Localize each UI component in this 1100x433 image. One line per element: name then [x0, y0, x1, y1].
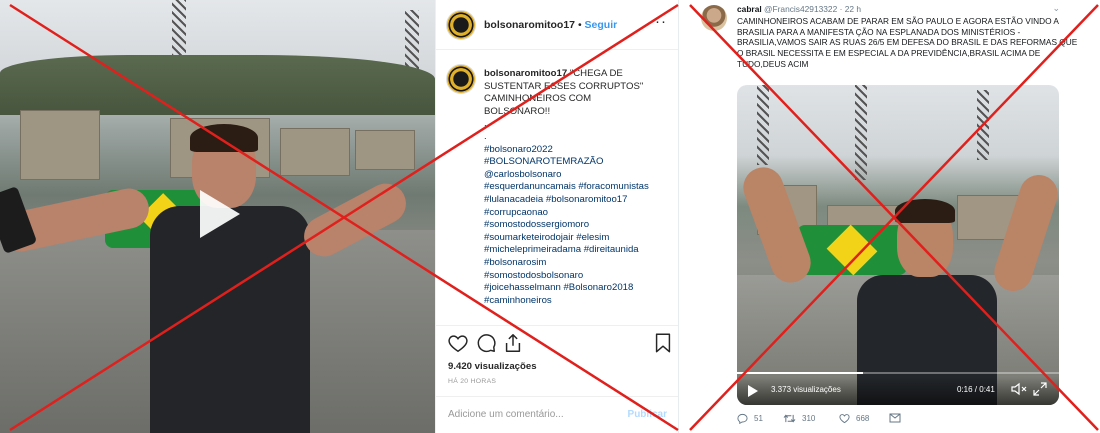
bookmark-icon[interactable] [652, 332, 674, 354]
hashtag-link[interactable]: #joicehasselmann #Bolsonaro2018 [484, 282, 672, 295]
instagram-post-panel: bolsonaromitoo17 • Seguir ··· bolsonarom… [0, 0, 678, 433]
username-link[interactable]: bolsonaromitoo17 [484, 19, 575, 31]
tweet-panel: cabral @Francis42913322 · 22 h ⌄ CAMINHO… [678, 0, 1100, 433]
hashtag-link[interactable]: @carlosbolsonaro [484, 169, 672, 182]
hashtag-link[interactable]: #micheleprimeiradama #direitaunida [484, 244, 672, 257]
play-icon[interactable] [194, 190, 244, 240]
chevron-down-icon[interactable]: ⌄ [1052, 3, 1060, 14]
play-icon[interactable] [748, 385, 758, 397]
like-button[interactable]: 668 [839, 413, 869, 424]
caption-body: bolsonaromitoo17 "CHEGA DE SUSTENTAR ESS… [484, 68, 672, 307]
hashtag-link[interactable]: #BOLSONAROTEMRAZÃO [484, 156, 672, 169]
retweet-icon [783, 414, 796, 423]
hashtag-list: #bolsonaro2022 #BOLSONAROTEMRAZÃO @carlo… [484, 144, 672, 308]
comment-bar: Publicar [436, 396, 678, 433]
caption-line: bolsonaromitoo17 "CHEGA DE [484, 68, 623, 79]
tweet-video[interactable]: 3.373 visualizações 0:16 / 0:41 [737, 85, 1059, 405]
hashtag-link[interactable]: #bolsonaro2022 [484, 144, 672, 157]
video-person [130, 124, 330, 433]
caption-author[interactable]: bolsonaromitoo17 [484, 68, 567, 79]
avatar[interactable] [447, 65, 475, 93]
share-icon[interactable] [502, 332, 524, 354]
caption-line: SUSTENTAR ESSES CORRUPTOS" [484, 80, 644, 92]
comment-input[interactable] [448, 409, 618, 420]
view-count: 9.420 visualizações [448, 361, 537, 372]
truck [355, 130, 415, 170]
video-duration: 0:16 / 0:41 [957, 385, 995, 394]
envelope-icon [889, 413, 901, 423]
like-count: 668 [856, 414, 870, 423]
separator: • [577, 19, 582, 31]
retweet-button[interactable]: 310 [783, 413, 815, 424]
avatar[interactable] [701, 5, 727, 31]
post-header: bolsonaromitoo17 • Seguir ··· [436, 0, 678, 50]
hashtag-link[interactable]: #soumarketeirodojair #elesim [484, 232, 672, 245]
direct-message-button[interactable] [889, 413, 901, 423]
follow-button[interactable]: Seguir [585, 19, 618, 31]
video-person [847, 199, 1007, 405]
avatar[interactable] [447, 11, 475, 39]
hashtag-link[interactable]: #somostodosbolsonaro [484, 270, 672, 283]
tweet-actions: 51 310 668 [737, 413, 1067, 429]
caption-line: . [484, 130, 487, 142]
tweet-author-handle[interactable]: @Francis42913322 [764, 4, 837, 14]
tweet-time[interactable]: · 22 h [840, 4, 861, 14]
reply-count: 51 [754, 414, 763, 423]
tweet-header: cabral @Francis42913322 · 22 h [737, 4, 861, 14]
tweet-author-name[interactable]: cabral [737, 4, 762, 14]
reply-button[interactable]: 51 [737, 413, 763, 424]
caption-line: CAMINHONEIROS COM [484, 93, 592, 105]
hashtag-link[interactable]: #esquerdanuncamais #foracomunistas [484, 181, 672, 194]
power-tower [855, 85, 867, 180]
video-controls: 3.373 visualizações 0:16 / 0:41 [737, 377, 1059, 405]
power-tower [977, 90, 989, 160]
post-actions: 9.420 visualizações HÁ 20 HORAS [436, 325, 678, 405]
hashtag-link[interactable]: #lulanacadeia #bolsonaromitoo17 [484, 194, 672, 207]
retweet-count: 310 [802, 414, 816, 423]
video-view-count: 3.373 visualizações [771, 385, 841, 394]
video-progress-bar[interactable] [737, 372, 1059, 374]
tweet-text: CAMINHONEIROS ACABAM DE PARAR EM SÃO PAU… [737, 16, 1078, 69]
instagram-video[interactable] [0, 0, 435, 433]
hashtag-link[interactable]: #somostodossergiomoro [484, 219, 672, 232]
truck [20, 110, 100, 180]
video-progress-fill [737, 372, 863, 374]
volume-mute-icon[interactable] [1011, 382, 1027, 396]
video-trees [0, 55, 435, 115]
post-caption: bolsonaromitoo17 "CHEGA DE SUSTENTAR ESS… [436, 50, 678, 325]
comment-icon[interactable] [475, 332, 497, 354]
reply-icon [737, 413, 748, 424]
hashtag-link[interactable]: #bolsonarosim [484, 257, 672, 270]
heart-icon [839, 414, 850, 424]
power-tower [757, 85, 769, 165]
instagram-sidebar: bolsonaromitoo17 • Seguir ··· bolsonarom… [435, 0, 678, 433]
publish-button[interactable]: Publicar [628, 409, 667, 420]
hashtag-link[interactable]: #corrupcaonao [484, 207, 672, 220]
more-options-icon[interactable]: ··· [649, 13, 667, 30]
post-timestamp[interactable]: HÁ 20 HORAS [448, 378, 496, 385]
fullscreen-icon[interactable] [1033, 382, 1047, 396]
hashtag-link[interactable]: #caminhoneiros [484, 295, 672, 308]
caption-line: BOLSONARO!! [484, 105, 551, 117]
caption-line: . [484, 118, 487, 130]
heart-icon[interactable] [447, 332, 469, 354]
post-author-line: bolsonaromitoo17 • Seguir [484, 19, 617, 31]
